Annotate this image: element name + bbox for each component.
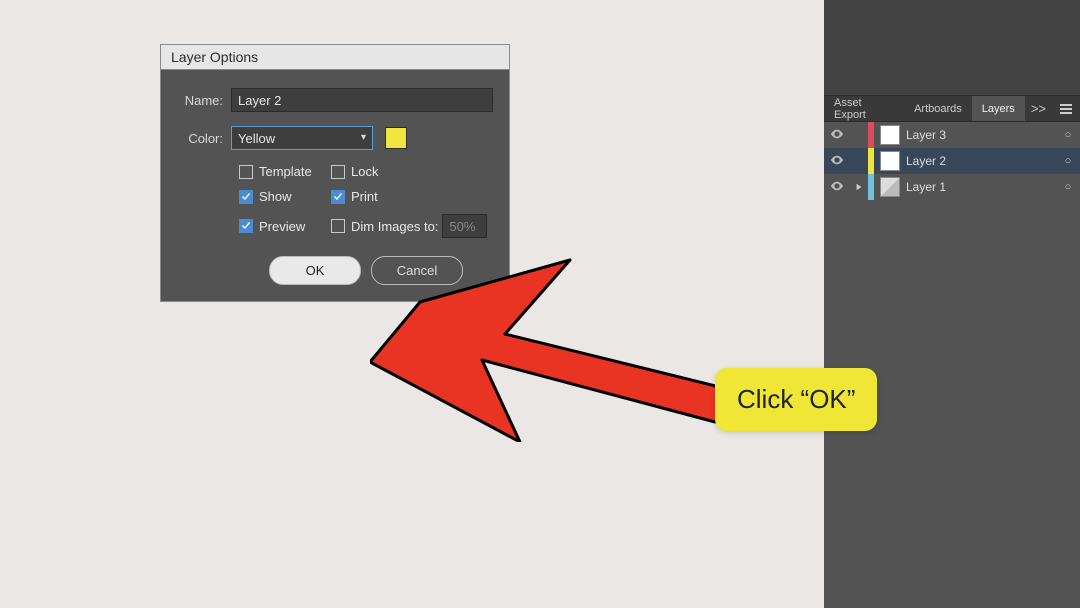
expand-arrow-icon[interactable] <box>855 183 863 191</box>
name-label: Name: <box>177 93 231 108</box>
target-icon[interactable]: ○ <box>1056 129 1080 141</box>
layer-color-bar <box>868 174 874 200</box>
layer-name-text[interactable]: Layer 3 <box>906 128 1056 142</box>
panel-menu-icon[interactable] <box>1052 102 1080 116</box>
ok-button[interactable]: OK <box>269 256 361 285</box>
show-checkbox[interactable]: Show <box>239 189 331 204</box>
color-swatch[interactable] <box>385 127 407 149</box>
panel-topbar <box>824 0 1080 96</box>
print-label: Print <box>351 189 378 204</box>
name-input[interactable] <box>231 88 493 112</box>
dialog-title[interactable]: Layer Options <box>161 45 509 70</box>
layers-panel: Asset Export Artboards Layers >> Layer 3… <box>824 0 1080 608</box>
preview-checkbox[interactable]: Preview <box>239 219 331 234</box>
annotation-arrow <box>370 252 740 442</box>
dim-label: Dim Images to: <box>351 219 438 234</box>
annotation-callout: Click “OK” <box>715 368 877 431</box>
layer-thumbnail[interactable] <box>880 151 900 171</box>
tab-layers[interactable]: Layers <box>972 96 1025 121</box>
target-icon[interactable]: ○ <box>1056 181 1080 193</box>
panel-tabs: Asset Export Artboards Layers >> <box>824 96 1080 122</box>
color-select[interactable]: Yellow <box>231 126 373 150</box>
preview-label: Preview <box>259 219 305 234</box>
visibility-icon[interactable] <box>830 127 844 144</box>
dim-checkbox[interactable]: Dim Images to: <box>331 219 438 234</box>
tab-asset-export[interactable]: Asset Export <box>824 96 904 121</box>
tab-artboards[interactable]: Artboards <box>904 96 972 121</box>
expand-button[interactable]: >> <box>1025 101 1052 116</box>
layer-name-text[interactable]: Layer 2 <box>906 154 1056 168</box>
layer-thumbnail[interactable] <box>880 125 900 145</box>
color-label: Color: <box>177 131 231 146</box>
target-icon[interactable]: ○ <box>1056 155 1080 167</box>
layer-row[interactable]: Layer 2 ○ <box>824 148 1080 174</box>
lock-label: Lock <box>351 164 378 179</box>
layer-thumbnail[interactable] <box>880 177 900 197</box>
visibility-icon[interactable] <box>830 153 844 170</box>
layer-row[interactable]: Layer 3 ○ <box>824 122 1080 148</box>
layer-color-bar <box>868 122 874 148</box>
dim-input[interactable] <box>442 214 487 238</box>
show-label: Show <box>259 189 292 204</box>
template-label: Template <box>259 164 312 179</box>
layer-color-bar <box>868 148 874 174</box>
visibility-icon[interactable] <box>830 179 844 196</box>
template-checkbox[interactable]: Template <box>239 164 331 179</box>
layers-list: Layer 3 ○ Layer 2 ○ Layer 1 ○ <box>824 122 1080 200</box>
layer-row[interactable]: Layer 1 ○ <box>824 174 1080 200</box>
lock-checkbox[interactable]: Lock <box>331 164 378 179</box>
print-checkbox[interactable]: Print <box>331 189 378 204</box>
layer-name-text[interactable]: Layer 1 <box>906 180 1056 194</box>
